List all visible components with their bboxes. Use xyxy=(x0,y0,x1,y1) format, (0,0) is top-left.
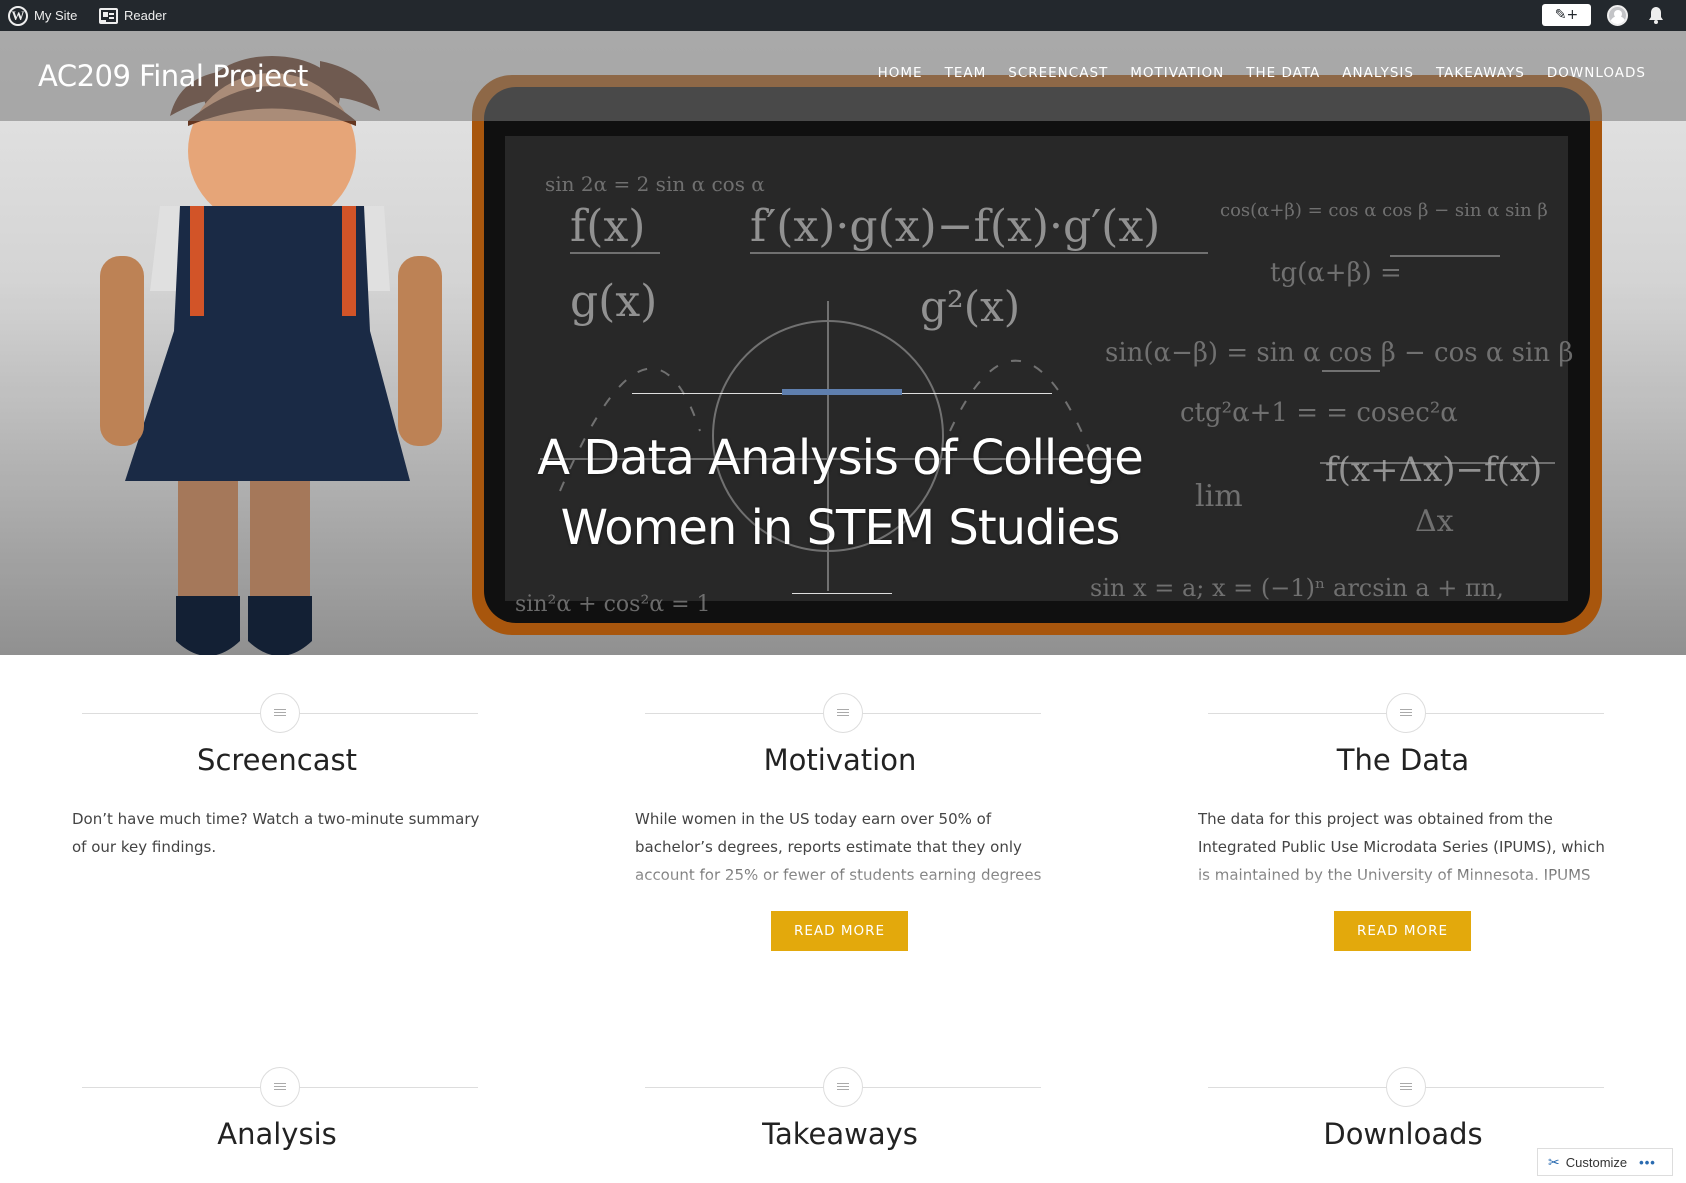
nav-item-analysis[interactable]: ANALYSIS xyxy=(1342,65,1414,81)
card-excerpt: While women in the US today earn over 50… xyxy=(635,810,1042,884)
write-button[interactable]: ✎+ xyxy=(1542,4,1591,26)
more-icon[interactable]: ••• xyxy=(1639,1155,1656,1170)
customize-button[interactable]: ✂ Customize ••• xyxy=(1537,1148,1673,1176)
pencil-plus-icon: ✎+ xyxy=(1554,7,1579,23)
post-format-icon xyxy=(260,1067,300,1107)
bell-icon[interactable] xyxy=(1645,5,1667,27)
card-title[interactable]: Motivation xyxy=(635,743,1045,777)
card-excerpt: The data for this project was obtained f… xyxy=(1198,810,1605,884)
hero-headline: A Data Analysis of College Women in STEM… xyxy=(537,430,1144,556)
card-title[interactable]: The Data xyxy=(1198,743,1608,777)
admin-bar: W My Site Reader ✎+ xyxy=(0,0,1686,31)
wordpress-icon: W xyxy=(8,5,28,26)
post-format-icon xyxy=(823,1067,863,1107)
main-navigation: HOME TEAM SCREENCAST MOTIVATION THE DATA… xyxy=(856,65,1646,81)
read-more-button[interactable]: READ MORE xyxy=(771,911,908,951)
my-site-label: My Site xyxy=(34,8,78,23)
customize-label: Customize xyxy=(1565,1154,1628,1170)
card-title[interactable]: Takeaways xyxy=(635,1117,1045,1151)
card-title[interactable]: Analysis xyxy=(72,1117,482,1151)
post-format-icon xyxy=(1386,693,1426,733)
card-excerpt: Don’t have much time? Watch a two-minute… xyxy=(72,810,480,856)
reader-icon xyxy=(99,7,118,24)
post-format-icon xyxy=(1386,1067,1426,1107)
post-format-icon xyxy=(260,693,300,733)
reader-label: Reader xyxy=(124,8,167,23)
nav-item-home[interactable]: HOME xyxy=(878,65,923,81)
nav-item-screencast[interactable]: SCREENCAST xyxy=(1008,65,1108,81)
hero-header: sin 2α = 2 sin α cos α f(x) g(x) f′(x)·g… xyxy=(0,31,1686,655)
nav-item-the-data[interactable]: THE DATA xyxy=(1246,65,1320,81)
nav-item-downloads[interactable]: DOWNLOADS xyxy=(1547,65,1646,81)
card-title[interactable]: Downloads xyxy=(1198,1117,1608,1151)
card-title[interactable]: Screencast xyxy=(72,743,482,777)
site-title[interactable]: AC209 Final Project xyxy=(38,59,308,93)
avatar[interactable] xyxy=(1607,5,1628,26)
nav-item-takeaways[interactable]: TAKEAWAYS xyxy=(1436,65,1525,81)
nav-item-team[interactable]: TEAM xyxy=(945,65,987,81)
post-format-icon xyxy=(823,693,863,733)
tools-icon: ✂ xyxy=(1548,1153,1560,1170)
hero-accent-bar xyxy=(782,389,902,395)
reader-link[interactable]: Reader xyxy=(99,0,167,31)
hero-bottom-rule xyxy=(792,593,892,594)
my-site-link[interactable]: W My Site xyxy=(8,0,77,31)
nav-item-motivation[interactable]: MOTIVATION xyxy=(1130,65,1224,81)
read-more-button[interactable]: READ MORE xyxy=(1334,911,1471,951)
